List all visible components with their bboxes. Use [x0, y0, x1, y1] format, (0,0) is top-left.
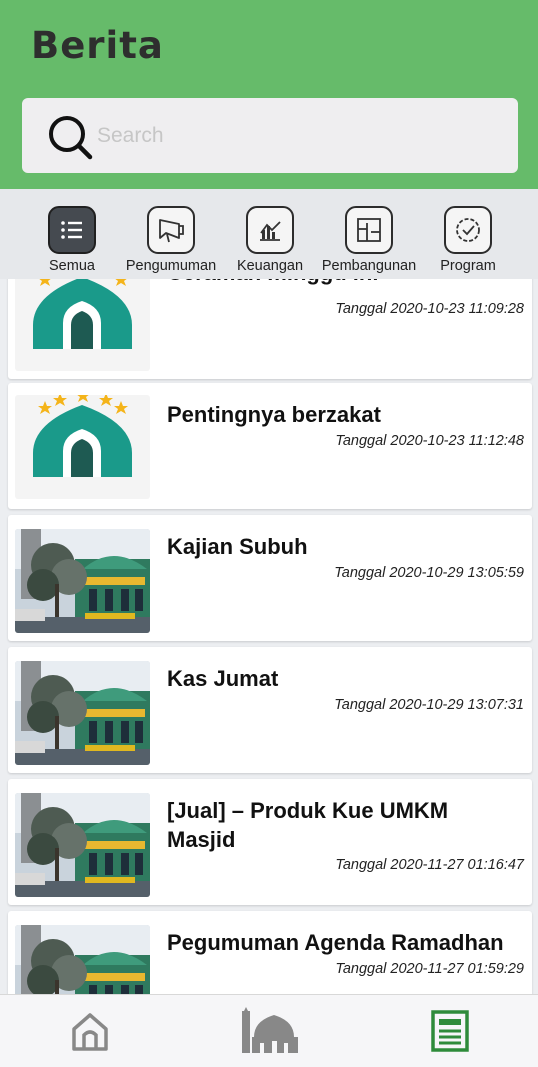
- news-date: Tanggal 2020-10-23 11:12:48: [335, 433, 524, 449]
- mosque-logo-thumbnail: [15, 395, 150, 499]
- category-label: Pengumuman: [125, 258, 217, 274]
- mosque-photo-thumbnail: [15, 529, 150, 633]
- news-screen: Berita Search Semua Pengumuman Keuangan …: [0, 0, 538, 1067]
- news-card[interactable]: Ceramah minggu ini Tanggal 2020-10-23 11…: [8, 279, 532, 379]
- home-icon: [72, 1013, 108, 1051]
- category-bar: Semua Pengumuman Keuangan Pembangunan Pr…: [0, 189, 538, 279]
- category-semua[interactable]: Semua: [22, 206, 122, 274]
- list-icon: [48, 206, 96, 254]
- mosque-photo-thumbnail: [15, 793, 150, 897]
- category-label: Pembangunan: [321, 258, 417, 274]
- news-title: Pentingnya berzakat: [167, 402, 381, 427]
- search-bar[interactable]: Search: [22, 98, 518, 173]
- news-card[interactable]: Kas Jumat Tanggal 2020-10-29 13:07:31: [8, 647, 532, 773]
- finance-chart-icon: [246, 206, 294, 254]
- category-pembangunan[interactable]: Pembangunan: [319, 206, 419, 274]
- news-title: Ceramah minggu ini: [167, 279, 522, 287]
- page-title: Berita: [31, 24, 164, 67]
- bottom-navigation: [0, 994, 538, 1067]
- news-card[interactable]: Pegumuman Agenda Ramadhan Tanggal 2020-1…: [8, 911, 532, 994]
- news-title: Kas Jumat: [167, 666, 279, 691]
- category-pengumuman[interactable]: Pengumuman: [121, 206, 221, 274]
- category-label: Keuangan: [236, 258, 304, 274]
- search-input[interactable]: Search: [97, 124, 164, 148]
- app-header: Berita Search: [0, 0, 538, 189]
- category-label: Semua: [49, 258, 95, 274]
- news-date: Tanggal 2020-11-27 01:16:47: [335, 857, 524, 873]
- mosque-logo-thumbnail: [15, 279, 150, 371]
- category-keuangan[interactable]: Keuangan: [220, 206, 320, 274]
- mosque-photo-thumbnail: [15, 661, 150, 765]
- news-list[interactable]: Ceramah minggu ini Tanggal 2020-10-23 11…: [0, 279, 538, 994]
- floorplan-icon: [345, 206, 393, 254]
- news-date: Tanggal 2020-10-29 13:07:31: [334, 697, 524, 713]
- news-title: Kajian Subuh: [167, 534, 308, 559]
- nav-mosque[interactable]: [240, 1007, 300, 1055]
- nav-news[interactable]: [425, 1007, 475, 1055]
- nav-home[interactable]: [65, 1007, 115, 1055]
- megaphone-icon: [147, 206, 195, 254]
- news-date: Tanggal 2020-11-27 01:59:29: [335, 961, 524, 977]
- news-card[interactable]: Pentingnya berzakat Tanggal 2020-10-23 1…: [8, 383, 532, 509]
- news-title: Pegumuman Agenda Ramadhan: [167, 930, 504, 955]
- mosque-photo-thumbnail: [15, 925, 150, 994]
- news-card[interactable]: Kajian Subuh Tanggal 2020-10-29 13:05:59: [8, 515, 532, 641]
- news-icon: [431, 1010, 469, 1052]
- news-date: Tanggal 2020-10-23 11:09:28: [335, 301, 524, 317]
- category-label: Program: [440, 258, 496, 274]
- news-card[interactable]: [Jual] – Produk Kue UMKM Masjid Tanggal …: [8, 779, 532, 905]
- search-icon: [49, 116, 93, 160]
- news-title: [Jual] – Produk Kue UMKM Masjid: [167, 798, 449, 852]
- category-program[interactable]: Program: [418, 206, 518, 274]
- mosque-icon: [242, 1007, 298, 1053]
- check-circle-icon: [444, 206, 492, 254]
- news-date: Tanggal 2020-10-29 13:05:59: [334, 565, 524, 581]
